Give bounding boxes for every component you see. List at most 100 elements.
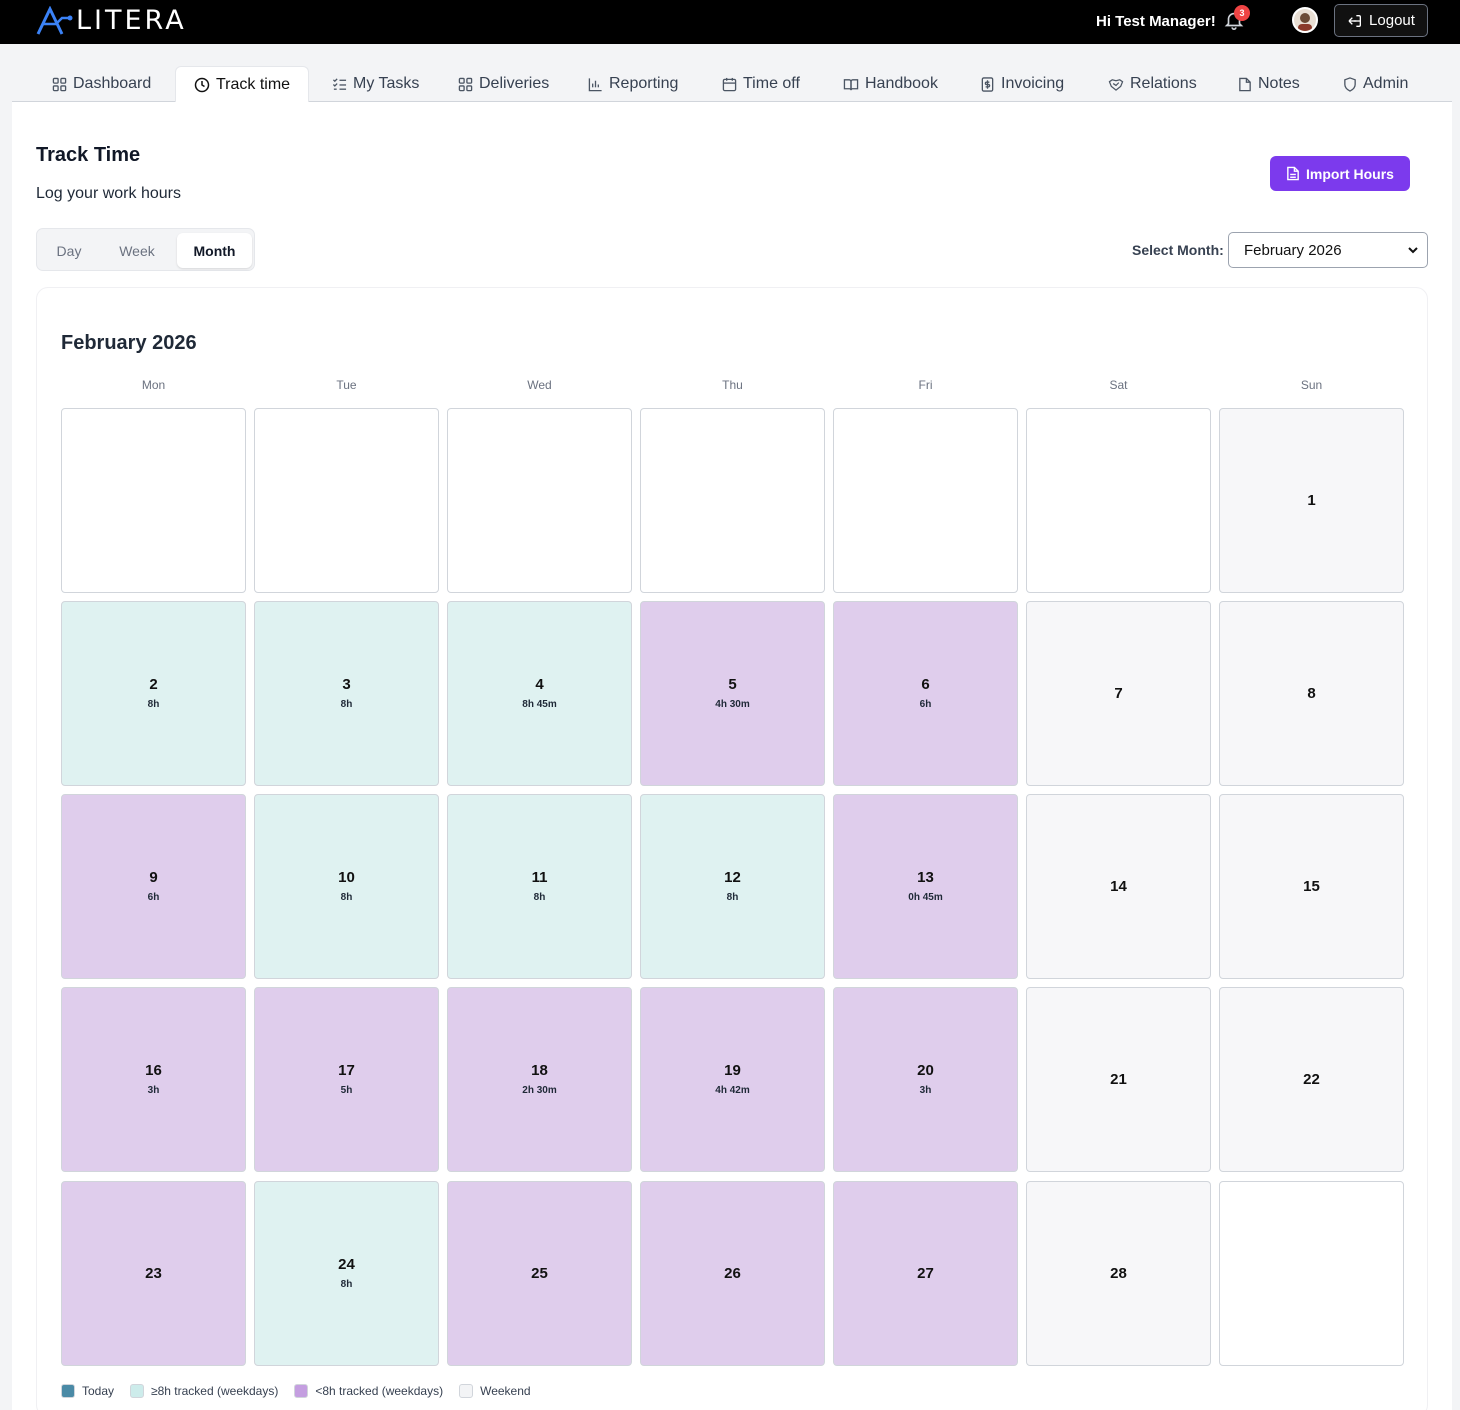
weekday-label: Tue <box>336 378 357 392</box>
day-number: 8 <box>1307 684 1316 702</box>
tab-relations[interactable]: Relations <box>1108 66 1197 102</box>
grid-icon <box>458 77 473 91</box>
calendar-day-cell[interactable]: 27 <box>833 1181 1018 1366</box>
calendar-day-cell[interactable]: 26 <box>640 1181 825 1366</box>
calendar-day-cell[interactable]: 2 8h <box>61 601 246 786</box>
tab-admin[interactable]: Admin <box>1343 66 1408 102</box>
tab-label: Reporting <box>609 75 679 92</box>
logo-mark-icon <box>36 6 73 35</box>
tab-dashboard[interactable]: Dashboard <box>52 66 151 102</box>
tracked-hours: 3h <box>147 1085 160 1096</box>
page-title: Track Time <box>36 144 141 166</box>
calendar-day-cell[interactable]: 12 8h <box>640 794 825 979</box>
tab-label: My Tasks <box>353 75 420 92</box>
clock-icon <box>194 77 210 93</box>
calendar-day-cell[interactable]: 16 3h <box>61 987 246 1172</box>
tab-invoicing[interactable]: Invoicing <box>980 66 1064 102</box>
tracked-hours: 2h 30m <box>522 1085 557 1096</box>
tracked-hours: 6h <box>147 892 160 903</box>
tab-label: Invoicing <box>1001 75 1065 92</box>
calendar-day-cell[interactable]: 13 0h 45m <box>833 794 1018 979</box>
view-week-button[interactable]: Week <box>103 233 171 268</box>
day-number: 10 <box>338 869 355 886</box>
calendar-day-cell[interactable]: 18 2h 30m <box>447 987 632 1172</box>
note-icon <box>1239 77 1251 91</box>
day-number: 27 <box>917 1264 934 1282</box>
legend-swatch <box>130 1384 145 1398</box>
calendar-day-cell <box>447 408 632 593</box>
day-number: 9 <box>149 869 158 886</box>
tab-label: Track time <box>216 76 291 93</box>
calendar-day-cell[interactable]: 19 4h 42m <box>640 987 825 1172</box>
calendar-day-cell[interactable]: 14 <box>1026 794 1211 979</box>
tracked-hours: 8h <box>533 892 546 903</box>
day-number: 13 <box>917 869 934 886</box>
tab-notes[interactable]: Notes <box>1238 66 1300 102</box>
tracked-hours: 4h 30m <box>715 699 750 710</box>
calendar-day-cell[interactable]: 28 <box>1026 1181 1211 1366</box>
calendar-day-cell[interactable]: 1 <box>1219 408 1404 593</box>
import-hours-button[interactable]: Import Hours <box>1270 156 1410 191</box>
month-select[interactable]: February 2026 <box>1228 232 1428 268</box>
weekday-label: Sun <box>1300 378 1323 392</box>
tab-track-time[interactable]: Track time <box>175 66 310 103</box>
calendar-day-cell[interactable]: 5 4h 30m <box>640 601 825 786</box>
legend-swatch <box>294 1384 309 1398</box>
view-day-button[interactable]: Day <box>41 233 97 268</box>
day-number: 17 <box>338 1062 355 1079</box>
legend-swatch <box>459 1384 474 1398</box>
top-bar: LITERA Hi Test Manager! 3 Logout <box>0 0 1460 44</box>
calendar-day-cell[interactable]: 9 6h <box>61 794 246 979</box>
avatar[interactable] <box>1292 7 1318 33</box>
logout-label: Logout <box>1369 12 1415 29</box>
day-number: 19 <box>724 1062 741 1079</box>
calendar-day-cell[interactable]: 7 <box>1026 601 1211 786</box>
app-logo[interactable]: LITERA <box>36 4 187 38</box>
tab-my-tasks[interactable]: My Tasks <box>332 66 419 102</box>
tab-time-off[interactable]: Time off <box>722 66 800 102</box>
calendar-day-cell[interactable]: 20 3h <box>833 987 1018 1172</box>
weekday-label: Fri <box>918 378 933 392</box>
calendar-day-cell[interactable]: 10 8h <box>254 794 439 979</box>
weekday-label: Sat <box>1109 378 1128 392</box>
handshake-icon <box>1108 78 1124 91</box>
day-number: 22 <box>1303 1070 1320 1088</box>
calendar-day-cell[interactable]: 15 <box>1219 794 1404 979</box>
tab-label: Time off <box>743 75 800 92</box>
tracked-hours: 8h <box>340 1279 353 1290</box>
calendar-day-cell[interactable]: 3 8h <box>254 601 439 786</box>
day-number: 28 <box>1110 1264 1127 1282</box>
calendar-day-cell[interactable]: 8 <box>1219 601 1404 786</box>
tab-handbook[interactable]: Handbook <box>843 66 938 102</box>
tab-deliveries[interactable]: Deliveries <box>458 66 549 102</box>
calendar-day-cell <box>1219 1181 1404 1366</box>
calendar-day-cell <box>254 408 439 593</box>
tracked-hours: 5h <box>340 1085 353 1096</box>
tracked-hours: 4h 42m <box>715 1085 750 1096</box>
logout-button[interactable]: Logout <box>1334 4 1428 37</box>
day-number: 11 <box>531 869 548 886</box>
calendar-day-cell[interactable]: 23 <box>61 1181 246 1366</box>
day-number: 2 <box>149 676 158 693</box>
calendar-day-cell <box>1026 408 1211 593</box>
day-number: 16 <box>145 1062 162 1079</box>
calendar-day-cell[interactable]: 17 5h <box>254 987 439 1172</box>
tab-label: Deliveries <box>479 75 550 92</box>
view-month-button[interactable]: Month <box>177 233 252 268</box>
user-greeting: Hi Test Manager! <box>1096 13 1216 30</box>
calendar-day-cell[interactable]: 24 8h <box>254 1181 439 1366</box>
legend-item: <8h tracked (weekdays) <box>294 1384 443 1398</box>
logo-text: LITERA <box>76 5 187 36</box>
calendar-day-cell[interactable]: 21 <box>1026 987 1211 1172</box>
tab-reporting[interactable]: Reporting <box>588 66 678 102</box>
calendar-day-cell[interactable]: 25 <box>447 1181 632 1366</box>
day-number: 26 <box>724 1264 741 1282</box>
calendar-day-cell[interactable]: 6 6h <box>833 601 1018 786</box>
tracked-hours: 8h <box>147 699 160 710</box>
calendar-day-cell[interactable]: 4 8h 45m <box>447 601 632 786</box>
book-icon <box>843 78 859 90</box>
day-number: 1 <box>1307 491 1316 509</box>
calendar-day-cell[interactable]: 11 8h <box>447 794 632 979</box>
day-number: 7 <box>1114 684 1123 702</box>
calendar-day-cell[interactable]: 22 <box>1219 987 1404 1172</box>
